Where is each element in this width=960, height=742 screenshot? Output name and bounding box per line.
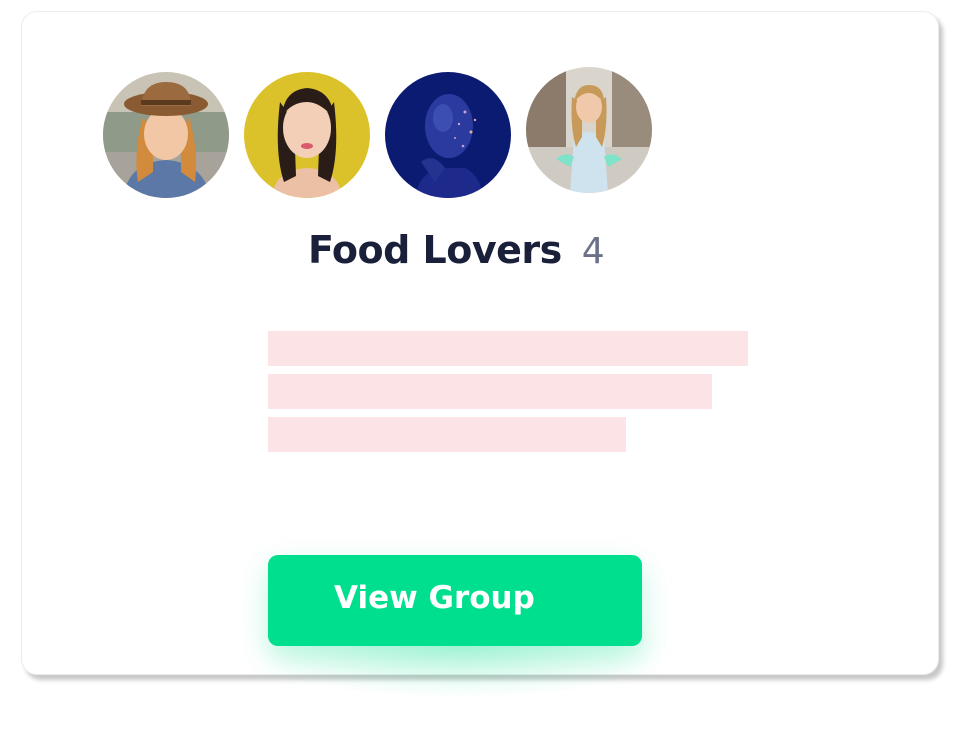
street-woman-photo-icon [526,67,652,193]
member-count: 4 [581,231,605,272]
member-avatar-3[interactable] [385,72,511,198]
view-group-button[interactable]: View Group [268,555,642,646]
blue-glitter-portrait-photo-icon [385,72,511,198]
member-avatar-1[interactable] [103,72,229,198]
description-placeholder-line-1 [268,331,748,366]
yellow-bg-woman-photo-icon [244,72,370,198]
description-placeholder-line-2 [268,374,712,409]
description-placeholder-line-3 [268,417,626,452]
group-name: Food Lovers [308,228,562,272]
view-group-label: View Group [334,580,535,616]
member-avatar-4[interactable] [526,67,652,193]
member-avatar-2[interactable] [244,72,370,198]
hat-woman-photo-icon [103,72,229,198]
group-title-row: Food Lovers 4 [308,228,605,284]
